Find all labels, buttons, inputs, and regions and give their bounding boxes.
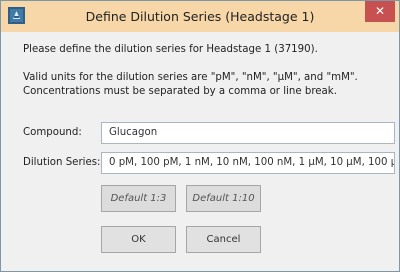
dilution-series-label: Dilution Series: bbox=[23, 157, 101, 168]
window-title: Define Dilution Series (Headstage 1) bbox=[85, 9, 315, 24]
instruction-units: Valid units for the dilution series are … bbox=[23, 72, 358, 83]
dialog-window: Define Dilution Series (Headstage 1) ✕ P… bbox=[0, 0, 400, 272]
cancel-button[interactable]: Cancel bbox=[186, 226, 261, 253]
default-1-3-button[interactable]: Default 1:3 bbox=[101, 185, 176, 212]
instruction-separator: Concentrations must be separated by a co… bbox=[23, 86, 337, 97]
app-icon bbox=[8, 7, 25, 24]
dilution-series-input[interactable]: 0 pM, 100 pM, 1 nM, 10 nM, 100 nM, 1 µM,… bbox=[101, 152, 395, 174]
compound-input[interactable]: Glucagon bbox=[101, 122, 395, 144]
default-1-10-button[interactable]: Default 1:10 bbox=[186, 185, 261, 212]
ok-button[interactable]: OK bbox=[101, 226, 176, 253]
title-bar[interactable]: Define Dilution Series (Headstage 1) ✕ bbox=[1, 1, 399, 32]
dialog-body: Please define the dilution series for He… bbox=[1, 32, 399, 271]
instruction-headstage: Please define the dilution series for He… bbox=[23, 44, 318, 55]
close-button[interactable]: ✕ bbox=[365, 1, 395, 22]
close-icon: ✕ bbox=[374, 4, 386, 18]
compound-label: Compound: bbox=[23, 127, 82, 138]
